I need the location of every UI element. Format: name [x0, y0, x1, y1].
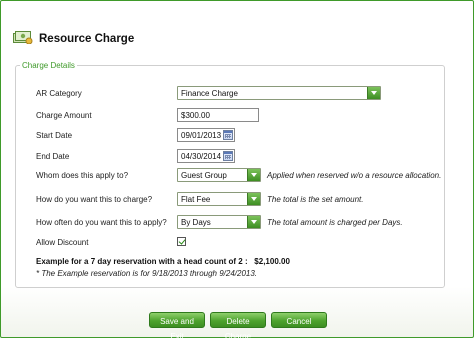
allow-discount-checkbox[interactable] — [177, 237, 186, 246]
example-summary: Example for a 7 day reservation with a h… — [36, 257, 290, 266]
applies-to-note: Applied when reserved w/o a resource all… — [267, 171, 442, 180]
frequency-label: How often do you want this to apply? — [36, 218, 167, 227]
chevron-down-icon[interactable] — [247, 216, 260, 228]
resource-charge-dialog: Resource Charge Charge Details AR Catego… — [0, 0, 474, 341]
end-date-value: 04/30/2014 — [181, 152, 222, 161]
calendar-icon[interactable] — [223, 151, 233, 161]
applies-to-value: Guest Group — [181, 171, 227, 180]
ar-category-select[interactable]: Finance Charge — [177, 86, 381, 100]
charge-amount-value: $300.00 — [181, 111, 210, 120]
frequency-note: The total amount is charged per Days. — [267, 218, 403, 227]
chevron-down-icon[interactable] — [247, 169, 260, 181]
charge-type-note: The total is the set amount. — [267, 195, 364, 204]
end-date-input[interactable]: 04/30/2014 — [177, 149, 235, 163]
cancel-button[interactable]: Cancel — [271, 312, 327, 328]
calendar-icon[interactable] — [223, 130, 233, 140]
charge-details-legend: Charge Details — [22, 61, 75, 70]
start-date-value: 09/01/2013 — [181, 131, 222, 140]
start-date-label: Start Date — [36, 131, 73, 140]
applies-to-label: Whom does this apply to? — [36, 171, 129, 180]
charge-type-value: Flat Fee — [181, 195, 211, 204]
example-text: Example for a 7 day reservation with a h… — [36, 257, 248, 266]
save-and-exit-button[interactable]: Save and Exit — [149, 312, 205, 341]
end-date-label: End Date — [36, 152, 70, 161]
frequency-value: By Days — [181, 218, 211, 227]
delete-charge-button[interactable]: Delete Charge — [210, 312, 266, 341]
allow-discount-label: Allow Discount — [36, 238, 89, 247]
chevron-down-icon[interactable] — [367, 87, 380, 99]
example-amount: $2,100.00 — [254, 257, 290, 266]
charge-type-select[interactable]: Flat Fee — [177, 192, 261, 206]
money-icon — [13, 31, 33, 44]
charge-type-label: How do you want this to charge? — [36, 195, 153, 204]
ar-category-value: Finance Charge — [181, 89, 238, 98]
dialog-title: Resource Charge — [39, 33, 135, 45]
applies-to-select[interactable]: Guest Group — [177, 168, 261, 182]
ar-category-label: AR Category — [36, 89, 82, 98]
start-date-input[interactable]: 09/01/2013 — [177, 128, 235, 142]
charge-amount-label: Charge Amount — [36, 111, 92, 120]
chevron-down-icon[interactable] — [247, 193, 260, 205]
example-note: * The Example reservation is for 9/18/20… — [36, 269, 258, 278]
charge-amount-input[interactable]: $300.00 — [177, 108, 259, 122]
frequency-select[interactable]: By Days — [177, 215, 261, 229]
